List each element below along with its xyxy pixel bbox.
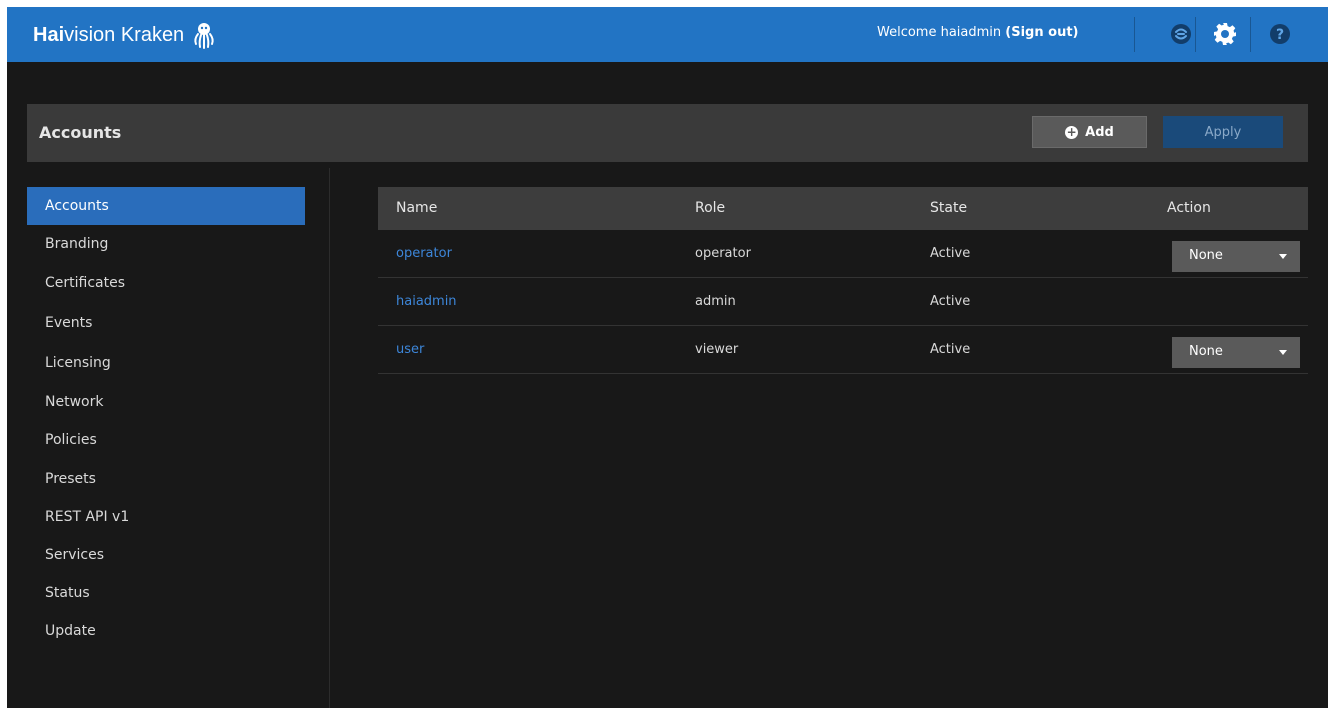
network-icon[interactable]	[1168, 21, 1194, 47]
sidebar-item-label: Licensing	[45, 355, 111, 371]
account-name-link[interactable]: user	[396, 342, 424, 357]
sidebar-item-licensing[interactable]: Licensing	[27, 344, 305, 382]
sidebar-item-certificates[interactable]: Certificates	[27, 264, 305, 302]
sidebar-item-label: REST API v1	[45, 509, 130, 525]
sidebar-item-rest-api[interactable]: REST API v1	[27, 498, 305, 536]
chevron-down-icon	[1279, 254, 1287, 259]
svg-text:?: ?	[1276, 27, 1284, 43]
column-header-role[interactable]: Role	[695, 200, 725, 216]
top-bar: Hai vision Kraken Welcome haiadmin (Sign …	[7, 7, 1328, 62]
sidebar-item-label: Presets	[45, 471, 96, 487]
account-state: Active	[930, 246, 971, 261]
app-frame: Hai vision Kraken Welcome haiadmin (Sign …	[7, 7, 1328, 708]
plus-icon: +	[1065, 124, 1079, 139]
sidebar-item-label: Certificates	[45, 275, 126, 291]
sidebar-item-label: Events	[45, 315, 93, 331]
add-button-label: Add	[1085, 124, 1114, 140]
panel-header: Accounts + Add Apply	[27, 104, 1308, 162]
sidebar-item-label: Network	[45, 394, 104, 410]
account-state: Active	[930, 342, 971, 357]
apply-button[interactable]: Apply	[1163, 116, 1283, 148]
sidebar-item-label: Branding	[45, 236, 109, 252]
header-divider	[1250, 17, 1251, 52]
account-role: viewer	[695, 342, 739, 357]
sidebar-item-label: Update	[45, 623, 96, 639]
sidebar-item-update[interactable]: Update	[27, 612, 305, 650]
sidebar-item-status[interactable]: Status	[27, 574, 305, 612]
sidebar-item-network[interactable]: Network	[27, 383, 305, 421]
action-select[interactable]: None	[1172, 241, 1300, 272]
sidebar-item-services[interactable]: Services	[27, 536, 305, 574]
table-header: Name Role State Action	[378, 187, 1308, 230]
column-header-state[interactable]: State	[930, 200, 967, 216]
brand-logo[interactable]: Hai vision Kraken	[33, 21, 218, 49]
table-row: user viewer Active None	[378, 326, 1308, 374]
account-state: Active	[930, 294, 971, 309]
table-row: operator operator Active None	[378, 230, 1308, 278]
action-select[interactable]: None	[1172, 337, 1300, 368]
accounts-table: Name Role State Action operator operator…	[378, 187, 1308, 374]
welcome-message: Welcome haiadmin (Sign out)	[877, 25, 1079, 40]
account-role: admin	[695, 294, 736, 309]
sidebar-item-accounts[interactable]: Accounts	[27, 187, 305, 225]
sidebar-item-policies[interactable]: Policies	[27, 421, 305, 459]
table-row: haiadmin admin Active	[378, 278, 1308, 326]
account-role: operator	[695, 246, 751, 261]
sidebar-item-label: Status	[45, 585, 90, 601]
octopus-logo-icon	[194, 23, 214, 49]
sidebar-item-label: Accounts	[45, 198, 109, 214]
sidebar-item-label: Services	[45, 547, 105, 563]
action-select-value: None	[1189, 248, 1223, 263]
column-header-name[interactable]: Name	[396, 200, 437, 216]
sidebar-item-branding[interactable]: Branding	[27, 225, 305, 263]
help-icon[interactable]: ?	[1267, 21, 1293, 47]
brand-name-rest: vision Kraken	[64, 23, 185, 46]
header-divider	[1195, 17, 1196, 52]
sidebar-item-events[interactable]: Events	[27, 304, 305, 342]
header-divider	[1134, 17, 1135, 52]
action-select-value: None	[1189, 344, 1223, 359]
sidebar-item-presets[interactable]: Presets	[27, 460, 305, 498]
account-name-link[interactable]: haiadmin	[396, 294, 457, 309]
sidebar-nav: Accounts Branding Certificates Events Li…	[27, 168, 330, 708]
apply-button-label: Apply	[1204, 124, 1242, 140]
column-header-action: Action	[1167, 200, 1211, 216]
gear-icon[interactable]	[1212, 21, 1238, 47]
brand-name-bold: Hai	[33, 23, 65, 46]
sign-out-link[interactable]: (Sign out)	[1005, 25, 1078, 40]
chevron-down-icon	[1279, 350, 1287, 355]
welcome-text: Welcome haiadmin	[877, 25, 1002, 40]
page-title: Accounts	[39, 123, 122, 142]
sidebar-item-label: Policies	[45, 432, 97, 448]
account-name-link[interactable]: operator	[396, 246, 452, 261]
add-account-button[interactable]: + Add	[1032, 116, 1147, 148]
